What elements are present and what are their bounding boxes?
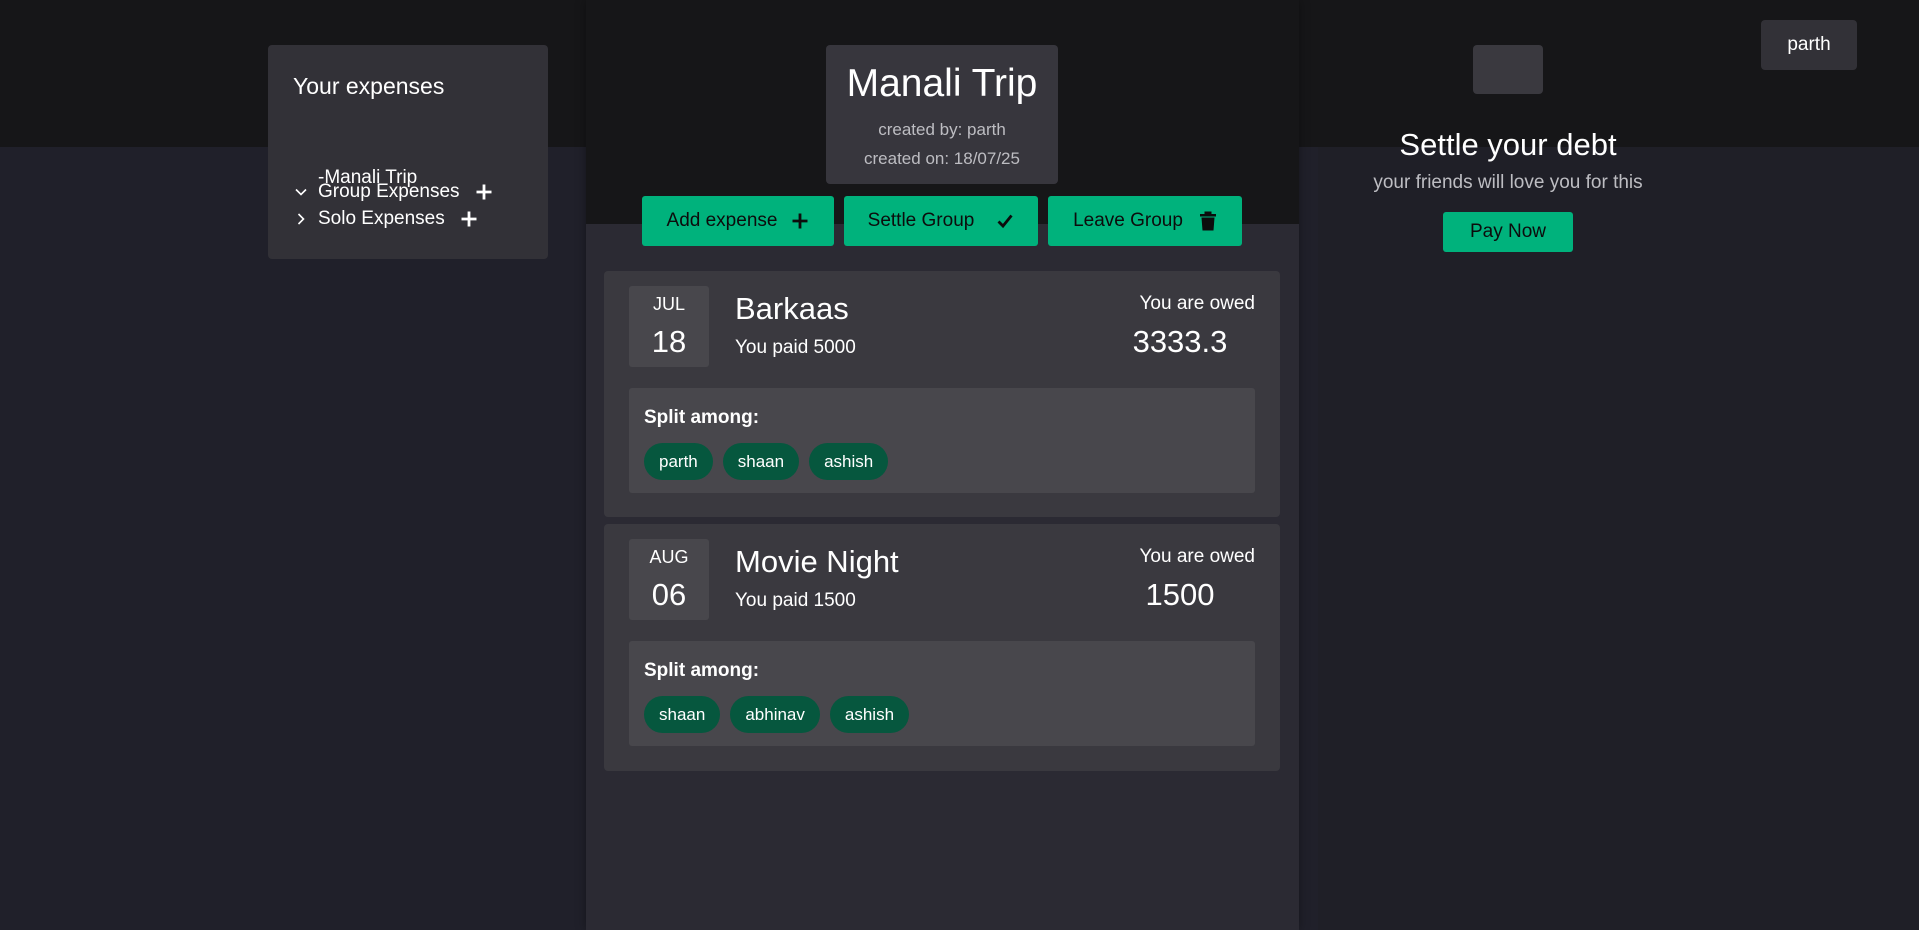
plus-icon <box>792 213 808 229</box>
trash-icon <box>1199 211 1216 231</box>
settle-title: Settle your debt <box>1399 127 1617 162</box>
group-title: Manali Trip <box>846 62 1038 105</box>
expense-card[interactable]: JUL 18 Barkaas You paid 5000 You are owe… <box>604 271 1280 517</box>
check-icon <box>997 214 1013 229</box>
sidebar-title: Your expenses <box>293 73 445 99</box>
pay-now-button[interactable]: Pay Now <box>1443 212 1573 252</box>
split-label: Split among: <box>644 407 760 428</box>
settle-subtitle: your friends will love you for this <box>1373 172 1643 193</box>
user-menu-button[interactable]: parth <box>1761 20 1857 70</box>
add-expense-label: Add expense <box>666 210 778 231</box>
owed-label: You are owed <box>1139 546 1255 567</box>
expense-month: AUG <box>649 547 689 567</box>
expense-date: JUL 18 <box>629 286 709 367</box>
leave-group-label: Leave Group <box>1073 210 1183 231</box>
member-chip: shaan <box>722 443 800 480</box>
expense-paid: You paid 1500 <box>735 590 856 611</box>
owed-amount: 1500 <box>1145 577 1215 612</box>
chevron-right-icon <box>297 213 305 225</box>
add-group-icon[interactable] <box>475 183 493 201</box>
avatar-placeholder <box>1473 45 1543 94</box>
expense-title: Barkaas <box>735 291 849 326</box>
leave-group-button[interactable]: Leave Group <box>1048 196 1242 246</box>
member-chips: parth shaan ashish <box>644 443 889 480</box>
member-chip: parth <box>644 443 713 480</box>
expenses-sidebar: Your expenses Group Expenses -Manali Tri… <box>268 45 548 259</box>
solo-expenses-toggle[interactable]: Solo Expenses <box>294 208 478 230</box>
owed-amount: 3333.3 <box>1132 324 1228 359</box>
expense-paid: You paid 5000 <box>735 337 856 358</box>
member-chip: shaan <box>644 696 721 733</box>
owed-label: You are owed <box>1139 293 1255 314</box>
add-solo-expense-icon[interactable] <box>460 210 478 228</box>
solo-expenses-label: Solo Expenses <box>318 208 445 229</box>
expense-day: 06 <box>651 577 687 612</box>
split-among-box: Split among: shaan abhinav ashish <box>629 641 1255 746</box>
settle-group-button[interactable]: Settle Group <box>844 196 1038 246</box>
group-header-card: Manali Trip created by: parth created on… <box>826 45 1058 184</box>
settle-group-label: Settle Group <box>867 210 975 231</box>
group-created-by: created by: parth <box>878 120 1006 139</box>
expense-card[interactable]: AUG 06 Movie Night You paid 1500 You are… <box>604 524 1280 771</box>
expense-month: JUL <box>652 294 685 314</box>
member-chip: ashish <box>809 443 889 480</box>
member-chip: abhinav <box>730 696 820 733</box>
expense-date: AUG 06 <box>629 539 709 620</box>
expense-title: Movie Night <box>735 544 899 579</box>
expense-day: 18 <box>651 324 687 359</box>
add-expense-button[interactable]: Add expense <box>642 196 834 246</box>
sidebar-item-manali-trip[interactable]: -Manali Trip <box>318 167 417 189</box>
chevron-down-icon <box>295 188 307 196</box>
member-chips: shaan abhinav ashish <box>644 696 910 733</box>
member-chip: ashish <box>829 696 910 733</box>
split-label: Split among: <box>644 660 760 681</box>
group-created-on: created on: 18/07/25 <box>864 149 1020 168</box>
split-among-box: Split among: parth shaan ashish <box>629 388 1255 493</box>
